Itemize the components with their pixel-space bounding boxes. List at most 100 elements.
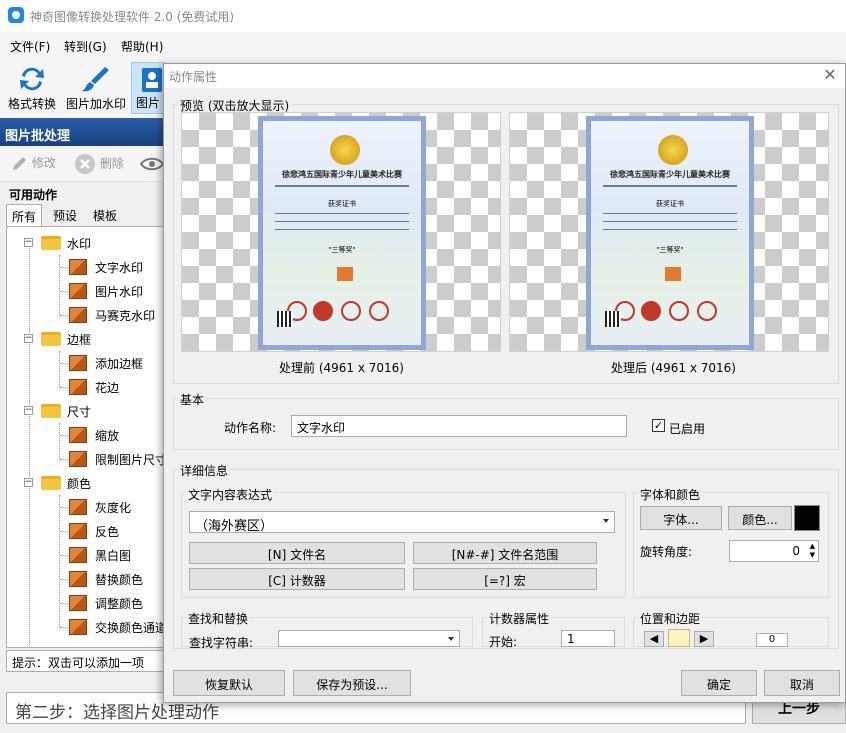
tab-templates[interactable]: 模板	[88, 204, 122, 226]
tab-presets[interactable]: 预设	[48, 204, 82, 226]
collapse-toggle-icon[interactable]: −	[24, 334, 33, 343]
save-preset-button[interactable]: 保存为预设...	[293, 670, 411, 696]
tree-folder-label: 水印	[67, 237, 92, 251]
font-button[interactable]: 字体...	[640, 506, 722, 530]
edit-label: 修改	[31, 156, 56, 170]
enabled-label: 已启用	[669, 422, 706, 436]
arrow-right-icon[interactable]: ▶	[694, 631, 714, 647]
hint-bar: 提示：双击可以添加一项	[6, 650, 172, 672]
tree-item-label: 调整颜色	[95, 597, 144, 611]
action-tabs: 所有 预设 模板	[6, 204, 172, 226]
picture-icon	[142, 68, 162, 92]
format-convert-label: 格式转换	[7, 97, 56, 111]
delete-icon	[75, 154, 95, 174]
action-box-icon	[69, 523, 87, 539]
menu-help[interactable]: 帮助(H)	[121, 38, 163, 55]
seal-icon	[641, 301, 661, 321]
color-button[interactable]: 颜色...	[728, 506, 792, 530]
action-box-icon	[69, 571, 87, 587]
action-box-icon	[69, 451, 87, 467]
position-margin-label: 位置和边距	[638, 610, 703, 627]
seal-icon	[697, 301, 717, 321]
preview-before-image[interactable]: 徐悲鸿五国际青少年儿童美术比赛 获奖证书 "三等奖"	[181, 112, 501, 352]
left-panel-header: 图片批处理	[0, 118, 172, 146]
arrow-left-icon[interactable]: ◀	[644, 631, 664, 647]
start-label: 开始:	[489, 635, 518, 649]
insert-filename-range-button[interactable]: [N#-#] 文件名范围	[413, 542, 597, 564]
badge-icon	[337, 267, 353, 281]
tree-folder-label: 边框	[67, 333, 92, 347]
rotation-label: 旋转角度:	[640, 545, 693, 559]
action-box-icon	[69, 283, 87, 299]
tab-all[interactable]: 所有	[6, 204, 43, 226]
font-color-label: 字体和颜色	[638, 486, 703, 503]
insert-filename-button[interactable]: [N] 文件名	[189, 542, 405, 564]
enabled-checkbox[interactable]: ✓	[652, 419, 665, 432]
find-string-dropdown[interactable]	[278, 630, 460, 647]
add-watermark-button[interactable]: 图片加水印	[66, 62, 126, 114]
edit-button[interactable]: 修改	[10, 154, 56, 173]
chevron-down-icon	[448, 637, 454, 641]
rotation-spinner[interactable]: 0 ▲ ▼	[729, 540, 819, 562]
batch-process-button[interactable]: 图片	[131, 62, 165, 114]
counter-group-label: 计数器属性	[487, 610, 552, 627]
collapse-toggle-icon[interactable]: −	[24, 478, 33, 487]
tree-item-label: 缩放	[95, 429, 120, 443]
insert-macro-button[interactable]: [=?] 宏	[413, 568, 597, 590]
collapse-toggle-icon[interactable]: −	[24, 238, 33, 247]
action-box-icon	[69, 595, 87, 611]
batch-process-label: 图片	[136, 96, 161, 110]
basic-group-label: 基本	[178, 391, 207, 408]
action-box-icon	[69, 379, 87, 395]
title-bar: 神奇图像转换处理软件 2.0 (免费试用)	[0, 0, 846, 32]
cancel-button[interactable]: 取消	[764, 670, 840, 696]
folder-icon	[41, 236, 61, 250]
action-box-icon	[69, 259, 87, 275]
folder-icon	[41, 476, 61, 490]
action-name-input[interactable]: 文字水印	[291, 415, 627, 437]
find-string-label: 查找字符串:	[189, 636, 254, 650]
start-input[interactable]: 1	[561, 630, 615, 647]
reset-defaults-button[interactable]: 恢复默认	[173, 670, 285, 696]
tree-item-label: 添加边框	[95, 357, 144, 371]
menu-bar: 文件(F) 转到(G) 帮助(H)	[0, 32, 846, 58]
pencil-icon	[13, 156, 26, 170]
tree-item-label: 黑白图	[95, 549, 132, 563]
app-title: 神奇图像转换处理软件 2.0 (免费试用)	[30, 10, 235, 24]
close-icon[interactable]: ✕	[821, 66, 839, 84]
seal-icon	[341, 301, 361, 321]
menu-file[interactable]: 文件(F)	[10, 38, 50, 55]
margin-input[interactable]: 0	[756, 633, 788, 647]
tree-item-label: 花边	[95, 381, 120, 395]
collapse-toggle-icon[interactable]: −	[24, 406, 33, 415]
position-center-cell[interactable]	[668, 629, 690, 647]
details-group-label: 详细信息	[178, 462, 231, 479]
certificate-image: 徐悲鸿五国际青少年儿童美术比赛 获奖证书 "三等奖"	[586, 116, 754, 350]
badge-icon	[665, 267, 681, 281]
preview-button[interactable]	[139, 156, 165, 175]
seal-icon	[313, 301, 333, 321]
action-properties-dialog: 动作属性 ✕ 预览 (双击放大显示) 徐悲鸿五国际青少年儿童美术比赛 获奖证书 …	[163, 63, 846, 703]
insert-counter-button[interactable]: [C] 计数器	[189, 568, 405, 590]
action-box-icon	[69, 427, 87, 443]
emblem-icon	[330, 135, 360, 165]
tree-item-label: 马赛克水印	[95, 309, 156, 323]
delete-button[interactable]: 删除	[74, 153, 124, 175]
certificate-heading: 徐悲鸿五国际青少年儿童美术比赛	[282, 169, 402, 179]
text-expression-dropdown[interactable]: （海外赛区）	[189, 511, 615, 534]
spin-arrows-icon[interactable]: ▲ ▼	[810, 542, 815, 560]
menu-goto[interactable]: 转到(G)	[64, 38, 107, 55]
brush-icon	[82, 67, 109, 92]
tree-item-label: 交换颜色通道	[95, 621, 168, 635]
convert-icon	[20, 67, 44, 91]
tree-folder-label: 尺寸	[67, 405, 92, 419]
certificate-image: 徐悲鸿五国际青少年儿童美术比赛 获奖证书 "三等奖"	[258, 116, 426, 350]
ok-button[interactable]: 确定	[681, 670, 757, 696]
folder-icon	[41, 332, 61, 346]
emblem-icon	[658, 135, 688, 165]
format-convert-button[interactable]: 格式转换	[3, 62, 61, 114]
seal-icon	[369, 301, 389, 321]
color-swatch[interactable]	[794, 505, 820, 531]
after-caption: 处理后 (4961 x 7016)	[611, 361, 736, 375]
preview-after-image[interactable]: 徐悲鸿五国际青少年儿童美术比赛 获奖证书 "三等奖"	[509, 112, 829, 352]
